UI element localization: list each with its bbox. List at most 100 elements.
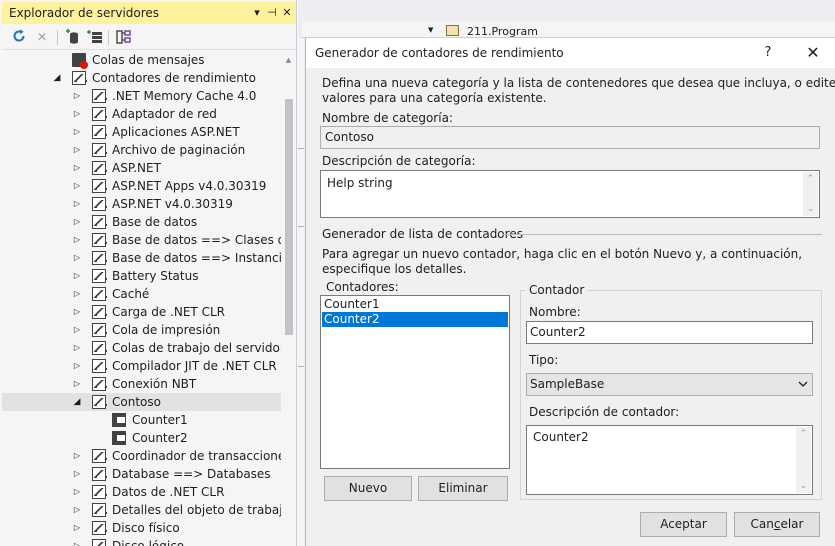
tree-item[interactable]: Counter2 <box>2 429 281 447</box>
tree-item[interactable]: ▷ Coordinador de transacciones d <box>2 447 281 465</box>
tree-item[interactable]: ▷ Caché <box>2 285 281 303</box>
expand-arrow-icon[interactable]: ▷ <box>72 178 82 194</box>
tree-item[interactable]: ▷ Detalles del objeto de trabajo <box>2 501 281 519</box>
tree-item[interactable]: ◢ Contadores de rendimiento <box>2 69 281 87</box>
tree-item[interactable]: ▷ ASP.NET <box>2 159 281 177</box>
tree-item[interactable]: ▷ ASP.NET v4.0.30319 <box>2 195 281 213</box>
tree-item-label: Database ==> Databases <box>112 467 271 481</box>
tree-item[interactable]: ▷ Compilador JIT de .NET CLR <box>2 357 281 375</box>
tree-item[interactable]: ▷ Disco físico <box>2 519 281 537</box>
pin-icon[interactable]: ⊣ <box>265 5 279 20</box>
new-counter-button[interactable]: Nuevo <box>324 476 412 501</box>
tree-item[interactable]: ▷ Carga de .NET CLR <box>2 303 281 321</box>
scroll-up-icon[interactable]: ⌃ <box>803 172 818 186</box>
counters-listbox[interactable]: Counter1 Counter2 <box>320 295 510 469</box>
tree-item[interactable]: ▷ Base de datos ==> Instancias <box>2 249 281 267</box>
server-explorer-titlebar: Explorador de servidores ▾ ⊣ ✕ <box>2 2 296 24</box>
scroll-up-icon[interactable]: ⌃ <box>796 427 811 441</box>
expand-arrow-icon[interactable]: ▷ <box>72 358 82 374</box>
expand-arrow-icon[interactable]: ▷ <box>72 160 82 176</box>
tree-item-label: .NET Memory Cache 4.0 <box>112 89 257 103</box>
counter-type-select[interactable]: SampleBase <box>526 373 813 396</box>
counters-list-item[interactable]: Counter2 <box>322 312 508 327</box>
chevron-down-icon[interactable] <box>798 377 808 394</box>
performance-category-icon <box>92 125 107 139</box>
expand-arrow-icon[interactable]: ▷ <box>72 88 82 104</box>
collapse-arrow-icon[interactable]: ◢ <box>72 394 82 410</box>
counter-description-scrollbar[interactable]: ⌃ ⌄ <box>796 427 811 493</box>
counter-description-field[interactable]: Counter2 ⌃ ⌄ <box>526 425 813 495</box>
scroll-thumb[interactable] <box>285 99 293 335</box>
counters-list-item[interactable]: Counter1 <box>322 297 508 312</box>
expand-arrow-icon[interactable]: ▷ <box>72 214 82 230</box>
expand-arrow-icon[interactable]: ▷ <box>72 538 82 546</box>
tree-item[interactable]: ▷ Aplicaciones ASP.NET <box>2 123 281 141</box>
expand-arrow-icon[interactable]: ▷ <box>72 304 82 320</box>
tree-item[interactable]: ▷ Conexión NBT <box>2 375 281 393</box>
stop-refresh-icon[interactable]: ✕ <box>33 29 51 46</box>
expand-arrow-icon[interactable]: ▷ <box>72 106 82 122</box>
expand-arrow-icon[interactable]: ▷ <box>72 466 82 482</box>
counter-icon <box>112 431 126 445</box>
connect-to-database-icon[interactable] <box>64 29 82 46</box>
help-button[interactable]: ? <box>758 43 778 63</box>
navigation-dropdown-icon[interactable]: ▼ <box>428 26 433 34</box>
tree-item[interactable]: ▷ .NET Memory Cache 4.0 <box>2 87 281 105</box>
collapse-arrow-icon[interactable]: ◢ <box>52 70 62 86</box>
refresh-icon[interactable] <box>10 29 28 46</box>
tree-item[interactable]: ▷ Disco lógico <box>2 537 281 546</box>
tree-item[interactable]: ▷ Battery Status <box>2 267 281 285</box>
tree-item[interactable]: ▷ Base de datos <box>2 213 281 231</box>
connect-to-sharepoint-icon[interactable] <box>115 29 133 46</box>
tree-item[interactable]: Colas de mensajes <box>2 51 281 69</box>
expand-arrow-icon[interactable]: ▷ <box>72 520 82 536</box>
window-position-dropdown-icon[interactable]: ▾ <box>250 5 264 20</box>
tree-vertical-scrollbar[interactable]: ▲ <box>281 51 296 546</box>
expand-arrow-icon[interactable]: ▷ <box>72 142 82 158</box>
tree-item[interactable]: ▷ ASP.NET Apps v4.0.30319 <box>2 177 281 195</box>
performance-category-icon <box>92 107 107 121</box>
expand-arrow-icon[interactable]: ▷ <box>72 196 82 212</box>
expand-arrow-icon[interactable]: ▷ <box>72 502 82 518</box>
scroll-up-icon[interactable]: ▲ <box>281 53 296 67</box>
expand-arrow-icon[interactable]: ▷ <box>72 484 82 500</box>
close-dialog-button[interactable]: ✕ <box>802 42 824 64</box>
category-description-scrollbar[interactable]: ⌃ ⌄ <box>803 172 818 216</box>
cancel-button[interactable]: Cancelar <box>734 512 820 537</box>
tree-item[interactable]: ▷ Datos de .NET CLR <box>2 483 281 501</box>
editor-navigation-label[interactable]: 211.Program <box>467 25 538 38</box>
expand-arrow-icon[interactable]: ▷ <box>72 448 82 464</box>
tree-item-label: Adaptador de red <box>112 107 217 121</box>
expand-arrow-icon[interactable]: ▷ <box>72 376 82 392</box>
tree-item[interactable]: ◢ Contoso <box>2 393 281 411</box>
expand-arrow-icon[interactable]: ▷ <box>72 286 82 302</box>
close-panel-icon[interactable]: ✕ <box>280 5 294 20</box>
category-description-field[interactable]: Help string ⌃ ⌄ <box>320 170 820 218</box>
ok-button[interactable]: Aceptar <box>640 512 727 537</box>
scroll-down-icon[interactable]: ⌄ <box>803 202 818 216</box>
tree-item[interactable]: ▷ Base de datos ==> Clases de tal <box>2 231 281 249</box>
performance-category-icon <box>92 467 107 481</box>
tree-item-label: ASP.NET v4.0.30319 <box>112 197 233 211</box>
tree-item[interactable]: ▷ Adaptador de red <box>2 105 281 123</box>
expand-arrow-icon[interactable]: ▷ <box>72 340 82 356</box>
expand-arrow-icon[interactable]: ▷ <box>72 322 82 338</box>
tree-item[interactable]: ▷ Archivo de paginación <box>2 141 281 159</box>
expand-arrow-icon[interactable]: ▷ <box>72 250 82 266</box>
category-name-value: Contoso <box>325 130 374 144</box>
scroll-down-icon[interactable]: ⌄ <box>796 479 811 493</box>
tree-item[interactable]: ▷ Colas de trabajo del servidor <box>2 339 281 357</box>
counter-name-label: Nombre: <box>529 305 581 319</box>
expand-arrow-icon[interactable]: ▷ <box>72 268 82 284</box>
expand-arrow-icon[interactable]: ▷ <box>72 124 82 140</box>
server-explorer-title: Explorador de servidores <box>9 6 160 20</box>
tree-item-label: ASP.NET Apps v4.0.30319 <box>112 179 267 193</box>
tree-item[interactable]: Counter1 <box>2 411 281 429</box>
connect-to-server-icon[interactable] <box>86 29 104 46</box>
counter-name-field[interactable]: Counter2 <box>526 321 813 344</box>
tree-item[interactable]: ▷ Database ==> Databases <box>2 465 281 483</box>
delete-counter-button[interactable]: Eliminar <box>418 476 508 501</box>
category-name-field[interactable]: Contoso <box>320 126 820 149</box>
tree-item[interactable]: ▷ Cola de impresión <box>2 321 281 339</box>
expand-arrow-icon[interactable]: ▷ <box>72 232 82 248</box>
